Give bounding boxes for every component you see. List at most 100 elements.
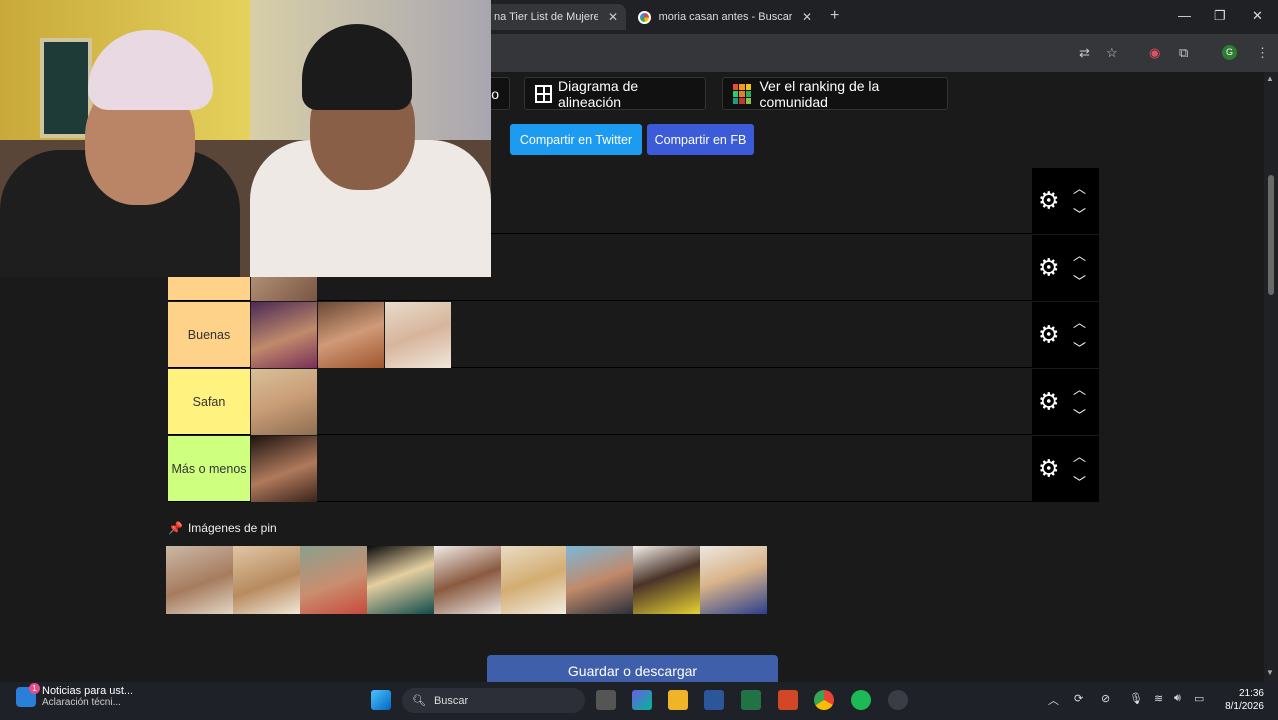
tab-label: na Tier List de Mujeres a (494, 11, 598, 23)
scroll-down-arrow-icon[interactable]: ▼ (1266, 668, 1274, 677)
gear-icon[interactable]: ⚙ (1038, 387, 1060, 416)
gear-icon[interactable]: ⚙ (1038, 320, 1060, 349)
taskbar-search[interactable]: 🔍︎ Buscar (402, 688, 585, 713)
tier-row: Buenas ⚙ ︿ ﹀ (168, 302, 1099, 368)
file-explorer-icon[interactable] (668, 690, 688, 710)
window-close-icon[interactable]: ✕ (1252, 8, 1263, 24)
pin-image[interactable] (166, 546, 233, 614)
excel-icon[interactable] (741, 690, 761, 710)
tier-controls: ⚙ ︿ ﹀ (1032, 436, 1099, 501)
chevron-down-icon[interactable]: ﹀ (1073, 472, 1086, 491)
pin-image[interactable] (633, 546, 700, 614)
picture-frame (40, 38, 92, 138)
chevron-up-icon[interactable]: ︿ (1073, 446, 1086, 465)
powerpoint-icon[interactable] (778, 690, 798, 710)
extension-badge-icon[interactable]: ◉ (1149, 45, 1160, 61)
chevron-up-icon[interactable]: ︿ (1073, 312, 1086, 331)
save-download-button[interactable]: Guardar o descargar (487, 655, 778, 685)
pin-image[interactable] (566, 546, 633, 614)
news-widget[interactable]: 1 Noticias para ust... Aclaración técni.… (16, 682, 133, 708)
search-icon: 🔍︎ (412, 695, 426, 707)
pin-images-heading: 📌 Imágenes de pin (168, 521, 277, 535)
sync-icon[interactable]: ⟳ (1074, 692, 1083, 705)
task-view-icon[interactable] (596, 690, 616, 710)
community-ranking-button[interactable]: Ver el ranking de la comunidad (722, 77, 948, 110)
close-tab-icon[interactable]: ✕ (608, 10, 618, 24)
close-tab-icon[interactable]: ✕ (802, 10, 812, 24)
network-off-icon[interactable]: ⊘ (1101, 692, 1110, 705)
extensions-puzzle-icon[interactable]: ⧉ (1179, 45, 1188, 61)
notification-badge: 1 (29, 682, 40, 694)
system-clock[interactable]: 21:36 8/1/2026 (1216, 687, 1264, 713)
partial-button-label: o (491, 85, 499, 102)
tab-google-search[interactable]: moria casan antes - Buscar con ✕ (630, 4, 820, 30)
pin-image[interactable] (700, 546, 767, 614)
tier-label[interactable]: Safan (168, 369, 250, 434)
alignment-chart-label: Diagrama de alineación (558, 77, 639, 110)
tier-controls: ⚙ ︿ ﹀ (1032, 302, 1099, 367)
page-scrollbar[interactable] (1264, 72, 1278, 682)
color-grid-icon (733, 83, 752, 104)
chevron-down-icon[interactable]: ﹀ (1073, 271, 1086, 290)
tier-image[interactable] (251, 302, 317, 368)
word-icon[interactable] (704, 690, 724, 710)
translate-icon[interactable]: ⇄ (1079, 45, 1090, 61)
community-ranking-label: Ver el ranking de la comunidad (759, 77, 880, 110)
share-facebook-button[interactable]: Compartir en FB (647, 124, 754, 155)
minimize-icon[interactable]: — (1178, 8, 1191, 23)
tier-label[interactable]: Buenas (168, 302, 250, 367)
pushpin-icon: 📌 (168, 521, 183, 535)
scroll-up-arrow-icon[interactable]: ▲ (1266, 74, 1274, 83)
pin-image[interactable] (367, 546, 434, 614)
chevron-up-icon[interactable]: ︿ (1073, 178, 1086, 197)
volume-icon[interactable]: 🔊︎ (1174, 692, 1181, 705)
chevron-up-icon[interactable]: ︿ (1073, 245, 1086, 264)
tier-image[interactable] (251, 369, 317, 435)
google-icon (638, 10, 651, 24)
tier-image[interactable] (318, 302, 384, 368)
copilot-icon[interactable] (632, 690, 652, 710)
grid-icon (535, 84, 553, 103)
windows-start-icon[interactable] (371, 690, 391, 710)
share-facebook-label: Compartir en FB (654, 132, 747, 147)
gear-icon[interactable]: ⚙ (1038, 253, 1060, 282)
chrome-icon[interactable] (814, 690, 834, 710)
battery-icon[interactable]: ▭ (1194, 692, 1204, 705)
webcam-overlay (0, 0, 491, 277)
app-icon[interactable] (888, 690, 908, 710)
tier-label[interactable]: Más o menos (168, 436, 250, 501)
profile-avatar[interactable]: G (1222, 45, 1237, 60)
scrollbar-thumb[interactable] (1268, 175, 1274, 295)
gear-icon[interactable]: ⚙ (1038, 454, 1060, 483)
clock-time: 21:36 (1238, 688, 1264, 699)
chevron-up-icon[interactable]: ︿ (1073, 379, 1086, 398)
screen: na Tier List de Mujeres a ✕ moria casan … (0, 0, 1278, 720)
clock-date: 8/1/2026 (1225, 701, 1264, 712)
alignment-chart-button[interactable]: Diagrama de alineación (524, 77, 706, 110)
tier-controls: ⚙ ︿ ﹀ (1032, 235, 1099, 300)
pin-image[interactable] (434, 546, 501, 614)
pin-image[interactable] (300, 546, 367, 614)
new-tab-button[interactable]: + (830, 7, 839, 25)
pin-images-label: Imágenes de pin (187, 521, 277, 535)
tier-controls: ⚙ ︿ ﹀ (1032, 168, 1099, 233)
microphone-icon[interactable]: 🎙︎ (1129, 692, 1143, 705)
chevron-down-icon[interactable]: ﹀ (1073, 405, 1086, 424)
chevron-down-icon[interactable]: ﹀ (1073, 204, 1086, 223)
spotify-icon[interactable] (851, 690, 871, 710)
tab-tier-list[interactable]: na Tier List de Mujeres a ✕ (486, 4, 626, 30)
chevron-down-icon[interactable]: ﹀ (1073, 338, 1086, 357)
search-placeholder: Buscar (433, 694, 469, 707)
restore-icon[interactable]: ❐ (1214, 8, 1226, 24)
wifi-icon[interactable]: ≋ (1154, 692, 1163, 705)
pin-image[interactable] (501, 546, 568, 614)
share-twitter-button[interactable]: Compartir en Twitter (510, 124, 642, 155)
tier-image[interactable] (385, 302, 451, 368)
pin-image[interactable] (233, 546, 300, 614)
gear-icon[interactable]: ⚙ (1038, 186, 1060, 215)
tier-image[interactable] (251, 436, 317, 502)
tab-label: moria casan antes - Buscar con (658, 11, 792, 23)
browser-menu-icon[interactable]: ⋮ (1256, 45, 1269, 61)
tray-chevron-up-icon[interactable]: ︿ (1048, 692, 1059, 708)
bookmark-star-icon[interactable]: ☆ (1106, 45, 1118, 61)
